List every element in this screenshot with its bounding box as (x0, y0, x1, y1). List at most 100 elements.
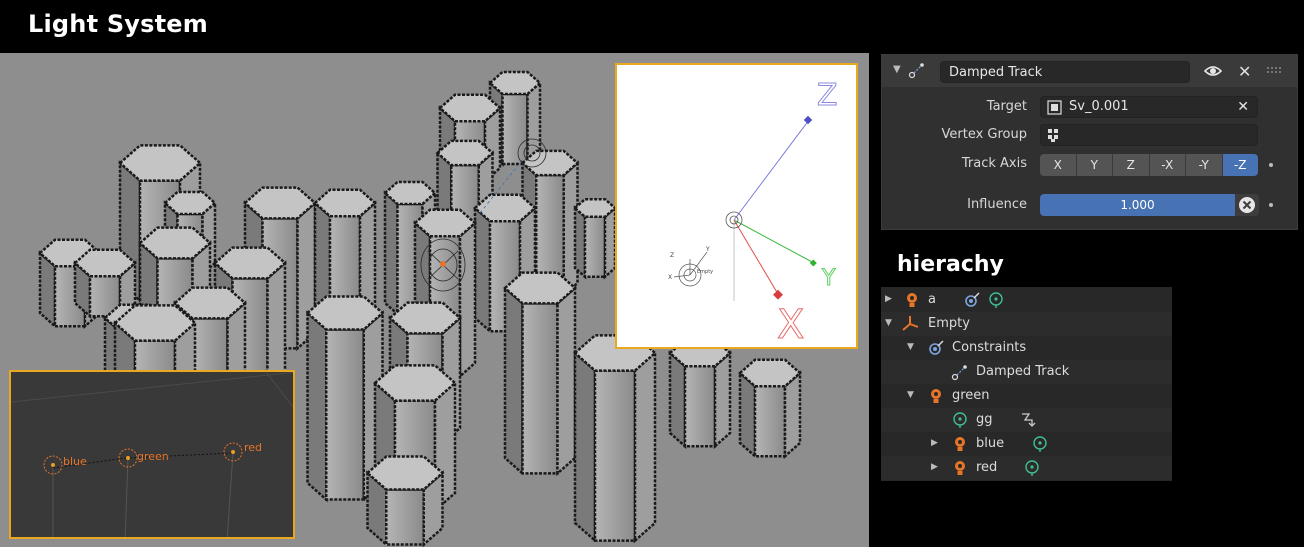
pillar-face (473, 205, 492, 334)
collapse-triangle-icon[interactable]: ▼ (907, 390, 914, 400)
damped-track-icon (951, 365, 967, 381)
influence-slider[interactable]: 1.000 (1040, 194, 1235, 216)
small-empty-label: Empty (697, 269, 713, 275)
track-axis-selector: X Y Z -X -Y -Z (1040, 154, 1258, 176)
outliner-row-gg[interactable]: gg (881, 408, 1172, 432)
pillar-face (488, 70, 542, 96)
axes-gizmo: Z Y X Z Y X Empty (668, 78, 838, 348)
pillar-face (556, 285, 577, 477)
outliner-hierarchy: ▶ a ▼ Empty ▼ Constraints Damped Track ▼… (881, 287, 1172, 481)
constraint-header: ▼ Damped Track ✕ (882, 55, 1297, 87)
outliner-label: Constraints (952, 340, 1027, 355)
pillar-face (503, 285, 524, 477)
outliner-label: Damped Track (976, 364, 1070, 379)
outliner-row-green[interactable]: ▼ green (881, 384, 1172, 408)
expand-triangle-icon[interactable]: ▶ (885, 294, 892, 304)
pillar-face (573, 350, 597, 544)
influence-label: Influence (967, 197, 1027, 212)
track-axis-z-button[interactable]: Z (1113, 154, 1150, 176)
pillar-face (163, 190, 217, 216)
light-data-icon (1025, 460, 1039, 476)
outliner-label: red (976, 460, 998, 475)
track-axis-neg-x-button[interactable]: -X (1149, 154, 1186, 176)
collapse-triangle-icon[interactable]: ▼ (907, 342, 914, 352)
track-axis-keyframe-dot-icon[interactable] (1269, 163, 1273, 167)
drag-handle-icon[interactable] (1267, 65, 1283, 75)
pillar-face (573, 205, 587, 280)
collapse-triangle-icon[interactable]: ▼ (885, 318, 892, 328)
small-y-label: Y (705, 246, 710, 253)
pillar-face (383, 190, 399, 317)
outliner-label: green (952, 388, 990, 403)
z-axis-label: Z (817, 78, 838, 113)
outliner-label: Empty (928, 316, 970, 331)
blue-light-label: blue (63, 455, 87, 468)
eye-icon[interactable] (1204, 63, 1222, 79)
pillar-face (583, 215, 607, 279)
heading-hierarchy: hierachy (897, 252, 1004, 277)
track-axis-neg-z-button[interactable]: -Z (1222, 154, 1258, 176)
outliner-row-constraints[interactable]: ▼ Constraints (881, 336, 1172, 360)
pillar-face (313, 188, 377, 218)
vertex-group-label: Vertex Group (941, 127, 1028, 142)
track-axis-y-button[interactable]: Y (1076, 154, 1113, 176)
pillar-face (668, 350, 687, 449)
heading-light-system: Light System (28, 10, 208, 38)
pillar-face (383, 180, 437, 206)
axes-inset: Z Y X Z Y X Empty (615, 63, 858, 349)
light-data-icon (953, 412, 967, 428)
outliner-label: blue (976, 436, 1005, 451)
pillar-face (683, 364, 717, 448)
pillar-face (593, 369, 637, 542)
pillar-face (306, 310, 328, 503)
collapse-chevron-icon[interactable]: ▼ (893, 64, 901, 75)
pillar-face (713, 350, 732, 449)
expand-triangle-icon[interactable]: ▶ (931, 462, 938, 472)
outliner-row-damped-track[interactable]: Damped Track (881, 360, 1172, 384)
damped-track-icon (908, 63, 924, 79)
light-icon (955, 437, 965, 451)
influence-keyframe-dot-icon[interactable] (1269, 203, 1273, 207)
pillar-face (325, 328, 365, 501)
pillar-face (753, 384, 787, 458)
red-light-label: red (244, 441, 263, 454)
light-icon (931, 389, 941, 403)
link-arrow-icon (1022, 413, 1036, 427)
light-data-icon (989, 292, 1003, 308)
empty-icon (902, 316, 919, 331)
constraint-name-field[interactable]: Damped Track (940, 61, 1190, 83)
small-z-label: Z (670, 252, 674, 259)
light-icon (955, 461, 965, 475)
outliner-label: a (928, 292, 936, 307)
outliner-row-blue[interactable]: ▶ blue (881, 432, 1172, 456)
pillar-face (738, 358, 802, 388)
pillar-face (521, 302, 559, 475)
green-light-label: green (137, 450, 169, 463)
small-x-label: X (668, 274, 672, 281)
outliner-label: gg (976, 412, 993, 427)
track-axis-x-button[interactable]: X (1040, 154, 1077, 176)
outliner-row-empty[interactable]: ▼ Empty (881, 312, 1172, 336)
vertex-group-field[interactable] (1040, 124, 1258, 146)
outliner-row-red[interactable]: ▶ red (881, 456, 1172, 480)
damped-track-constraint-panel: ▼ Damped Track ✕ Target Sv_0.001 ✕ Verte… (881, 54, 1298, 230)
outliner-row-a[interactable]: ▶ a (881, 288, 1172, 312)
expand-triangle-icon[interactable]: ▶ (931, 438, 938, 448)
track-axis-neg-y-button[interactable]: -Y (1186, 154, 1223, 176)
target-field[interactable]: Sv_0.001 ✕ (1040, 96, 1258, 118)
target-label: Target (986, 99, 1027, 114)
x-axis-label: X (777, 302, 804, 348)
light-icon (907, 293, 917, 307)
clear-target-close-icon[interactable]: ✕ (1237, 97, 1249, 117)
remove-circle-x-icon (1239, 197, 1255, 213)
disable-keep-transform-button[interactable] (1235, 194, 1259, 216)
target-value: Sv_0.001 (1069, 99, 1129, 114)
pillar-face (633, 350, 657, 544)
constraint-icon (965, 292, 980, 307)
pillar-face (603, 205, 617, 280)
pillar-face (385, 488, 425, 546)
delete-constraint-close-icon[interactable]: ✕ (1238, 62, 1251, 81)
track-axis-label: Track Axis (961, 156, 1027, 171)
light-data-icon (1033, 436, 1047, 452)
object-icon (1047, 100, 1062, 115)
